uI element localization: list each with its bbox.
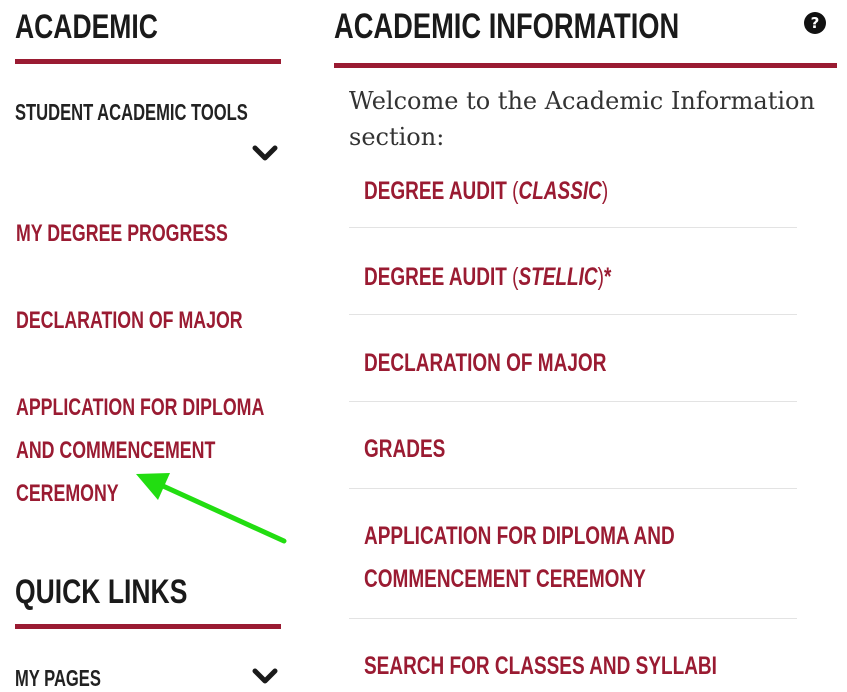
link-grades[interactable]: GRADES <box>364 428 471 471</box>
asterisk-marker: * <box>603 263 612 291</box>
sidebar-link-application-for-diploma[interactable]: APPLICATION FOR DIPLOMA AND COMMENCEMENT… <box>16 386 352 515</box>
link-label-line-1: APPLICATION FOR DIPLOMA AND <box>364 522 675 550</box>
link-label-line-2: COMMENCEMENT CEREMONY <box>364 565 646 593</box>
sidebar-link-label-line-2: AND COMMENCEMENT <box>16 437 216 464</box>
link-application-for-diploma[interactable]: APPLICATION FOR DIPLOMA AND COMMENCEMENT… <box>364 515 773 601</box>
list-item: GRADES <box>349 402 797 489</box>
link-declaration-of-major[interactable]: DECLARATION OF MAJOR <box>364 342 683 385</box>
chevron-down-icon[interactable] <box>252 144 278 162</box>
link-label: DEGREE AUDIT (CLASSIC) <box>364 170 608 213</box>
list-item: DEGREE AUDIT (CLASSIC) <box>349 154 797 228</box>
sidebar-link-label: DECLARATION OF MAJOR <box>16 307 243 334</box>
link-label-text: DEGREE AUDIT <box>364 177 513 205</box>
link-label-text: DEGREE AUDIT <box>364 263 513 291</box>
page-title-rule <box>334 63 837 68</box>
list-item: SEARCH FOR CLASSES AND SYLLABI <box>349 619 797 691</box>
welcome-text: Welcome to the Academic Information sect… <box>349 87 815 151</box>
link-label-italic: STELLIC <box>518 263 598 291</box>
sidebar-link-label: MY DEGREE PROGRESS <box>16 220 228 247</box>
chevron-down-icon[interactable] <box>252 667 278 685</box>
help-icon[interactable]: ? <box>804 12 826 34</box>
link-label: DECLARATION OF MAJOR <box>364 349 607 377</box>
quick-links-heading: QUICK LINKS <box>15 573 188 611</box>
link-degree-audit-classic[interactable]: DEGREE AUDIT (CLASSIC) <box>364 170 685 213</box>
link-label: GRADES <box>364 435 446 463</box>
link-label: DEGREE AUDIT (STELLIC)* <box>364 256 611 299</box>
list-item: DEGREE AUDIT (STELLIC)* <box>349 228 797 315</box>
list-item: DECLARATION OF MAJOR <box>349 315 797 402</box>
link-degree-audit-stellic[interactable]: DEGREE AUDIT (STELLIC)* <box>364 256 689 299</box>
main-content: ACADEMIC INFORMATION ? Welcome to the Ac… <box>334 0 837 691</box>
quick-links-rule <box>15 624 281 629</box>
sidebar-heading-rule <box>15 59 281 64</box>
link-label-italic: CLASSIC <box>518 177 602 205</box>
sidebar-heading: ACADEMIC <box>15 8 158 46</box>
sidebar-link-declaration-of-major[interactable]: DECLARATION OF MAJOR <box>16 299 322 342</box>
link-label: SEARCH FOR CLASSES AND SYLLABI <box>364 652 717 680</box>
student-academic-tools-label[interactable]: STUDENT ACADEMIC TOOLS <box>15 99 248 126</box>
my-pages-label[interactable]: MY PAGES <box>15 665 101 692</box>
sidebar-link-label-line-1: APPLICATION FOR DIPLOMA <box>16 394 265 421</box>
list-item: APPLICATION FOR DIPLOMA AND COMMENCEMENT… <box>349 489 797 619</box>
page-title: ACADEMIC INFORMATION <box>334 7 680 46</box>
link-label-paren: ) <box>601 177 609 205</box>
sidebar-link-label-line-3: CEREMONY <box>16 480 119 507</box>
sidebar-link-my-degree-progress[interactable]: MY DEGREE PROGRESS <box>16 212 302 255</box>
link-search-for-classes[interactable]: SEARCH FOR CLASSES AND SYLLABI <box>364 645 828 688</box>
